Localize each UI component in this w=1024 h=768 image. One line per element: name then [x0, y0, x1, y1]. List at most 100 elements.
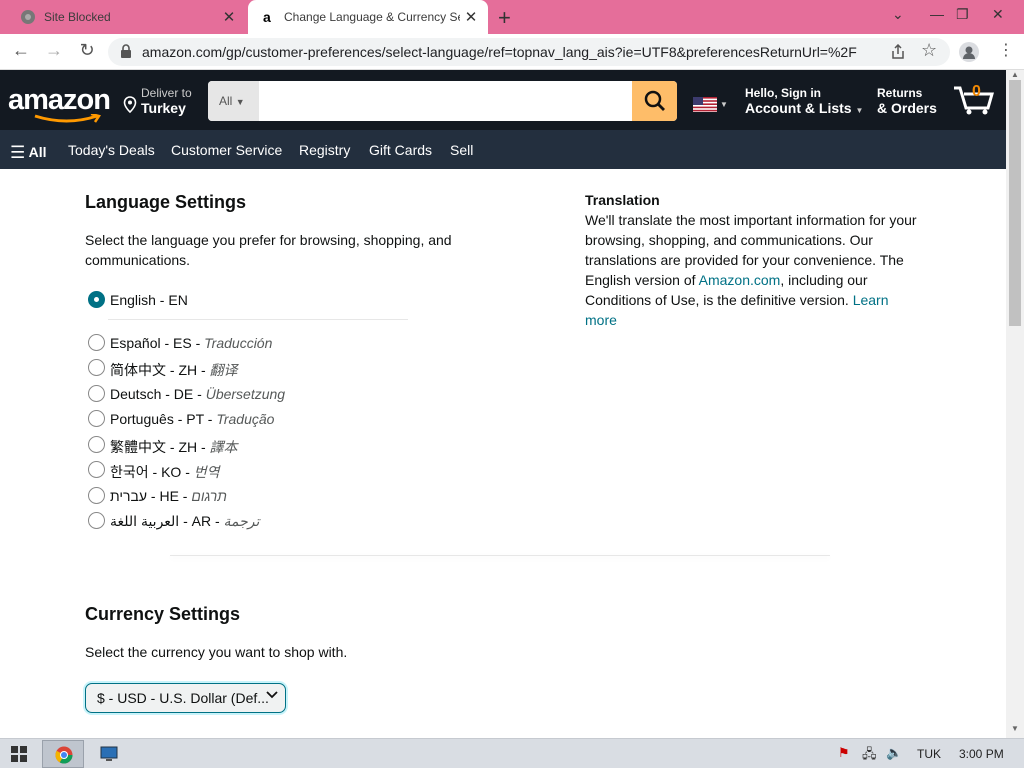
preferences-content: Language Settings Select the language yo…	[0, 170, 1006, 738]
amazon-com-link[interactable]: Amazon.com	[699, 272, 781, 288]
language-description: Select the language you prefer for brows…	[85, 232, 452, 268]
network-icon[interactable]: 🖧	[862, 745, 877, 767]
translation-label: תרגום	[191, 488, 227, 504]
amazon-logo[interactable]: amazon	[8, 84, 111, 123]
radio-chinese-simplified[interactable]	[88, 359, 105, 376]
windows-start-icon[interactable]	[11, 746, 27, 762]
language-option-label: العربية اللغة - AR -	[110, 513, 224, 529]
chrome-icon	[55, 746, 73, 764]
all-menu-label: All	[28, 144, 47, 160]
page-scrollbar[interactable]: ▲ ▼	[1006, 70, 1024, 738]
section-divider	[170, 555, 830, 556]
share-icon[interactable]	[890, 44, 906, 60]
language-option-chinese-traditional: 繁體中文 - ZH - 譯本	[110, 437, 238, 457]
nav-customer-service[interactable]: Customer Service	[171, 142, 282, 158]
language-option-label: עברית - HE -	[110, 488, 192, 504]
menu-kebab-icon[interactable]: ⋮	[998, 40, 1014, 60]
account-greeting: Hello, Sign in	[745, 86, 822, 100]
taskbar-app-button[interactable]	[88, 740, 130, 768]
radio-arabic[interactable]	[88, 512, 105, 529]
radio-english[interactable]	[88, 291, 105, 308]
tab-change-language[interactable]: a Change Language & Currency Se ✕	[248, 0, 488, 34]
clock[interactable]: 3:00 PM	[959, 747, 1004, 761]
tab-site-blocked[interactable]: Site Blocked ✕	[8, 0, 246, 34]
language-option-label: English - EN	[110, 292, 188, 308]
back-button[interactable]: ←	[9, 40, 33, 61]
close-tab-icon[interactable]: ✕	[460, 8, 482, 26]
returns-label: Returns	[877, 86, 923, 100]
deliver-label: Deliver to	[141, 86, 192, 100]
nav-todays-deals[interactable]: Today's Deals	[68, 142, 155, 158]
radio-german[interactable]	[88, 385, 105, 402]
language-flag-selector[interactable]: ▼	[693, 97, 728, 117]
new-tab-button[interactable]: +	[498, 5, 511, 31]
taskbar-chrome-button[interactable]	[42, 740, 84, 768]
translation-label: Übersetzung	[205, 386, 286, 402]
search-input[interactable]	[259, 81, 632, 121]
logo-smile-icon	[34, 114, 101, 123]
close-window-button[interactable]: ✕	[992, 6, 1004, 23]
language-option-label: Español - ES -	[110, 335, 205, 351]
scroll-down-icon[interactable]: ▼	[1011, 724, 1019, 733]
close-tab-icon[interactable]: ✕	[218, 8, 240, 26]
account-lists-label: Account & Lists	[745, 100, 852, 116]
language-option-hebrew: עברית - HE - תרגום	[110, 488, 227, 504]
translation-label: Tradução	[216, 411, 275, 427]
amazon-header: amazon Deliver to Turkey All ▼ ▼ Hello, …	[0, 70, 1006, 130]
language-option-portuguese: Português - PT - Tradução	[110, 411, 274, 427]
logo-text: amazon	[8, 84, 111, 116]
browser-titlebar: Site Blocked ✕ a Change Language & Curre…	[0, 0, 1024, 34]
url-text: amazon.com/gp/customer-preferences/selec…	[142, 44, 857, 60]
radio-chinese-traditional[interactable]	[88, 436, 105, 453]
translation-title: Translation	[585, 192, 660, 208]
account-lists-menu[interactable]: Hello, Sign in Account & Lists ▼	[745, 86, 863, 116]
translation-label: ترجمة	[223, 513, 260, 529]
cart-count: 0	[972, 83, 981, 100]
search-button[interactable]	[632, 81, 677, 121]
globe-icon	[21, 10, 35, 24]
scrollbar-thumb[interactable]	[1009, 80, 1021, 326]
all-menu-button[interactable]: ☰ All	[10, 142, 47, 162]
forward-button[interactable]: →	[42, 40, 66, 61]
us-flag-icon	[693, 97, 717, 112]
translation-label: 번역	[193, 464, 220, 480]
translation-label: 譯本	[209, 439, 238, 455]
translation-label: Traducción	[204, 335, 273, 351]
radio-portuguese[interactable]	[88, 410, 105, 427]
currency-select[interactable]: $ - USD - U.S. Dollar (Def...	[85, 683, 286, 713]
restore-button[interactable]: ❐	[956, 6, 969, 23]
tab-title: Change Language & Currency Se	[284, 10, 460, 24]
nav-gift-cards[interactable]: Gift Cards	[369, 142, 432, 158]
radio-korean[interactable]	[88, 461, 105, 478]
translation-label: 翻译	[209, 362, 238, 378]
radio-spanish[interactable]	[88, 334, 105, 351]
network-warning-icon[interactable]: ⚑	[838, 745, 850, 761]
language-option-label: Português - PT -	[110, 411, 217, 427]
volume-icon[interactable]: 🔈	[886, 745, 902, 761]
search-bar: All ▼	[208, 81, 677, 121]
input-language-indicator[interactable]: TUK	[917, 747, 941, 761]
bookmark-star-icon[interactable]: ☆	[921, 40, 937, 61]
nav-sell[interactable]: Sell	[450, 142, 473, 158]
language-option-label: 简体中文 - ZH -	[110, 362, 210, 378]
amazon-favicon-icon: a	[263, 9, 271, 25]
currency-settings-title: Currency Settings	[85, 604, 241, 624]
profile-avatar-icon[interactable]	[959, 42, 979, 62]
language-option-chinese-simplified: 简体中文 - ZH - 翻译	[110, 360, 238, 380]
minimize-button[interactable]: —	[930, 6, 944, 22]
language-option-arabic: العربية اللغة - AR - ترجمة	[110, 513, 259, 530]
chevron-down-icon	[266, 691, 278, 699]
divider	[108, 319, 408, 320]
radio-hebrew[interactable]	[88, 487, 105, 504]
nav-registry[interactable]: Registry	[299, 142, 350, 158]
translation-notice: We'll translate the most important infor…	[585, 210, 920, 330]
search-icon	[644, 90, 665, 111]
scroll-up-icon[interactable]: ▲	[1011, 70, 1019, 79]
currency-selected-value: $ - USD - U.S. Dollar (Def...	[97, 690, 269, 706]
deliver-country: Turkey	[141, 100, 186, 116]
address-bar[interactable]: amazon.com/gp/customer-preferences/selec…	[108, 38, 950, 66]
returns-orders-link[interactable]: Returns & Orders	[877, 86, 937, 116]
tab-search-icon[interactable]: ⌄	[892, 6, 904, 23]
reload-button[interactable]: ↻	[75, 40, 99, 61]
search-category-dropdown[interactable]: All ▼	[208, 81, 259, 121]
